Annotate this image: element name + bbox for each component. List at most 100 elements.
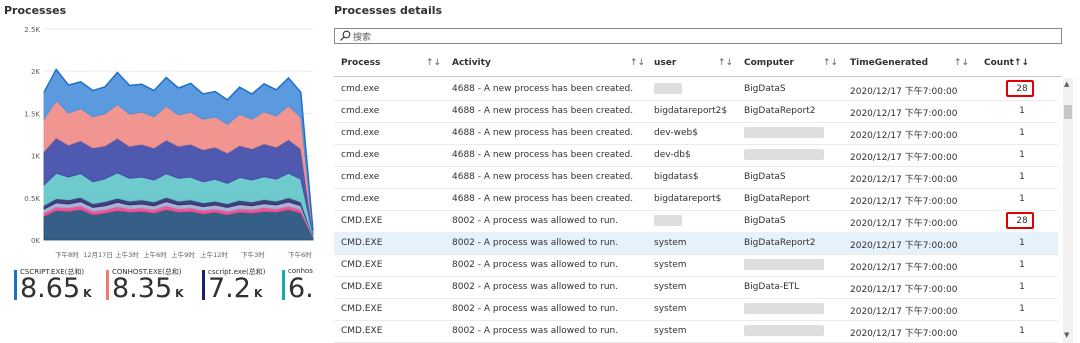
cell-process: cmd.exe (341, 150, 380, 160)
table-row[interactable]: CMD.EXE 8002 - A process was allowed to r… (334, 210, 1058, 233)
cell-count: 1 (1019, 260, 1025, 270)
tile-conhost-lower[interactable]: conhos 6. (282, 266, 320, 314)
processes-area-chart[interactable]: 2.5K 2K 1.5K 1K 0.5K 0K 下午8时 12月17日 上午3时 上午6时 上午9时… (0, 20, 322, 264)
cell-process: CMD.EXE (341, 238, 383, 248)
sort-computer-icon[interactable]: ↑↓ (823, 58, 838, 68)
redacted-user (654, 215, 682, 226)
cell-time-generated: 2020/12/17 下午7:00:00 (850, 329, 958, 339)
column-header-process[interactable]: Process (341, 58, 380, 68)
cell-process: cmd.exe (341, 106, 380, 116)
search-input[interactable]: 搜索 (353, 30, 371, 43)
cell-activity: 4688 - A new process has been created. (452, 150, 634, 160)
y-tick-label: 0K (31, 237, 40, 245)
sort-process-icon[interactable]: ↑↓ (426, 58, 441, 68)
redacted-computer (744, 149, 824, 160)
cell-activity: 4688 - A new process has been created. (452, 106, 634, 116)
redacted-user (654, 83, 682, 94)
column-header-count[interactable]: Count↑↓ (984, 58, 1029, 68)
column-header-activity[interactable]: Activity (452, 58, 491, 68)
redacted-computer (744, 303, 824, 314)
table-row[interactable]: CMD.EXE 8002 - A process was allowed to r… (334, 276, 1058, 299)
cell-activity: 8002 - A process was allowed to run. (452, 282, 619, 292)
cell-time-generated: 2020/12/17 下午7:00:00 (850, 307, 958, 317)
cell-process: CMD.EXE (341, 282, 383, 292)
summary-tiles: CSCRIPT.EXE(总和) 8.65 K CONHOST.EXE(总和) 8.… (14, 266, 320, 314)
cell-user: dev-web$ (654, 128, 698, 138)
table-row[interactable]: cmd.exe 4688 - A new process has been cre… (334, 78, 1058, 101)
y-tick-label: 2.5K (24, 26, 40, 34)
scroll-up-icon[interactable]: ▲ (1064, 80, 1069, 88)
tile-value: 7.2 K (208, 273, 263, 304)
table-row[interactable]: CMD.EXE 8002 - A process was allowed to r… (334, 320, 1058, 343)
count-highlight (1006, 212, 1034, 229)
cell-activity: 8002 - A process was allowed to run. (452, 238, 619, 248)
cell-process: cmd.exe (341, 128, 380, 138)
tile-color-bar (202, 270, 205, 300)
x-tick-label: 下午3时 (241, 250, 265, 259)
cell-time-generated: 2020/12/17 下午7:00:00 (850, 131, 958, 141)
process-details-title: Processes details (334, 4, 443, 17)
redacted-computer (744, 127, 824, 138)
column-header-user[interactable]: user (654, 58, 676, 68)
tile-conhost-upper[interactable]: CONHOST.EXE(总和) 8.35 K (106, 266, 186, 314)
table-header: Process ↑↓ Activity ↑↓ user ↑↓ Computer … (334, 52, 1062, 77)
table-row[interactable]: cmd.exe 4688 - A new process has been cre… (334, 166, 1058, 189)
cell-time-generated: 2020/12/17 下午7:00:00 (850, 219, 958, 229)
tile-color-bar (14, 270, 17, 300)
cell-time-generated: 2020/12/17 下午7:00:00 (850, 285, 958, 295)
cell-user: system (654, 282, 687, 292)
cell-computer: BigDataReport2 (744, 106, 816, 116)
redacted-computer (744, 325, 824, 336)
scroll-down-icon[interactable]: ▼ (1064, 331, 1069, 339)
cell-time-generated: 2020/12/17 下午7:00:00 (850, 109, 958, 119)
x-tick-label: 下午8时 (55, 250, 79, 259)
cell-process: CMD.EXE (341, 260, 383, 270)
table-row[interactable]: cmd.exe 4688 - A new process has been cre… (334, 144, 1058, 167)
search-box[interactable]: 搜索 (334, 28, 1062, 44)
column-header-time-generated[interactable]: TimeGenerated (850, 58, 928, 68)
table-row[interactable]: CMD.EXE 8002 - A process was allowed to r… (334, 232, 1058, 255)
search-icon (340, 30, 351, 41)
scroll-thumb[interactable] (1064, 105, 1072, 119)
table-scrollbar[interactable]: ▲ ▼ (1063, 78, 1073, 343)
area-series-1[interactable] (43, 209, 314, 241)
tile-value: 6. (288, 273, 314, 304)
x-tick-label: 上午12时 (200, 250, 228, 259)
cell-count: 1 (1019, 282, 1025, 292)
cell-time-generated: 2020/12/17 下午7:00:00 (850, 175, 958, 185)
cell-time-generated: 2020/12/17 下午7:00:00 (850, 263, 958, 273)
cell-computer: BigData-ETL (744, 282, 800, 292)
cell-process: CMD.EXE (341, 216, 383, 226)
x-tick-label: 上午3时 (115, 250, 139, 259)
cell-user: bigdatas$ (654, 172, 699, 182)
sort-user-icon[interactable]: ↑↓ (718, 58, 733, 68)
cell-computer: BigDataReport2 (744, 238, 816, 248)
tile-color-bar (106, 270, 109, 300)
cell-computer: BigDataS (744, 216, 786, 226)
x-tick-label: 上午9时 (171, 250, 195, 259)
y-tick-label: 1K (31, 153, 40, 161)
column-header-computer[interactable]: Computer (744, 58, 794, 68)
table-row[interactable]: cmd.exe 4688 - A new process has been cre… (334, 188, 1058, 211)
sort-activity-icon[interactable]: ↑↓ (630, 58, 645, 68)
cell-activity: 8002 - A process was allowed to run. (452, 260, 619, 270)
cell-computer: BigDataS (744, 172, 786, 182)
tile-cscript-lower[interactable]: cscript.exe(总和) 7.2 K (202, 266, 272, 314)
cell-computer: BigDataS (744, 84, 786, 94)
cell-time-generated: 2020/12/17 下午7:00:00 (850, 241, 958, 251)
cell-activity: 8002 - A process was allowed to run. (452, 216, 619, 226)
table-row[interactable]: cmd.exe 4688 - A new process has been cre… (334, 122, 1058, 145)
tile-cscript-upper[interactable]: CSCRIPT.EXE(总和) 8.65 K (14, 266, 94, 314)
cell-process: CMD.EXE (341, 326, 383, 336)
sort-time-icon[interactable]: ↑↓ (954, 58, 969, 68)
table-row[interactable]: CMD.EXE 8002 - A process was allowed to r… (334, 254, 1058, 277)
cell-activity: 8002 - A process was allowed to run. (452, 326, 619, 336)
table-row[interactable]: CMD.EXE 8002 - A process was allowed to r… (334, 298, 1058, 321)
x-tick-label: 上午6时 (143, 250, 167, 259)
cell-user: bigdatareport2$ (654, 106, 728, 116)
table-row[interactable]: cmd.exe 4688 - A new process has been cre… (334, 100, 1058, 123)
x-tick-label: 下午6时 (288, 250, 312, 259)
tile-color-bar (282, 270, 285, 300)
redacted-computer (744, 259, 824, 270)
cell-activity: 4688 - A new process has been created. (452, 84, 634, 94)
